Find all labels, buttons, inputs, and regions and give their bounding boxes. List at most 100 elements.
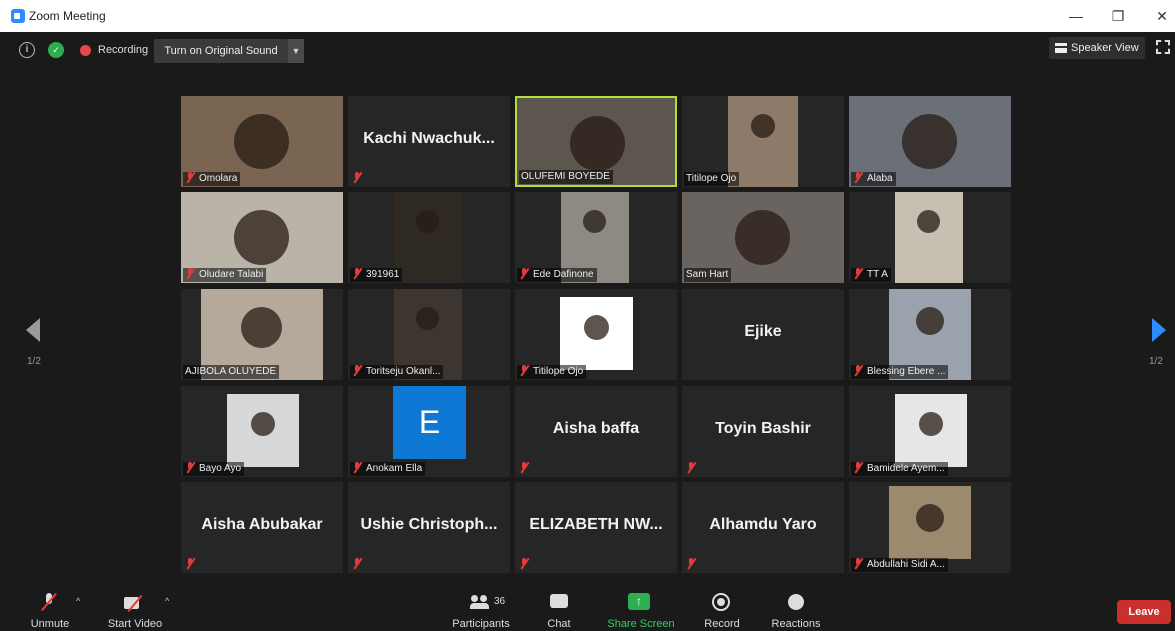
participant-tile[interactable]: Ejike	[682, 289, 844, 380]
participants-icon[interactable]	[470, 595, 492, 609]
participants-button[interactable]: Participants	[446, 618, 516, 630]
record-icon[interactable]	[712, 593, 730, 611]
participant-tile[interactable]: Kachi Nwachuk...	[348, 96, 510, 187]
next-page-arrow-icon[interactable]	[1152, 318, 1166, 342]
video-options-caret[interactable]: ^	[165, 596, 169, 606]
microphone-muted-icon	[185, 172, 195, 183]
video-off-icon[interactable]	[124, 595, 148, 611]
microphone-muted-icon	[853, 268, 863, 279]
zoom-app-icon	[11, 9, 25, 23]
participant-tile[interactable]: Toyin Bashir	[682, 386, 844, 477]
recording-dot-icon	[80, 45, 91, 56]
participant-name-bar: Bayo Ayo	[183, 462, 245, 476]
participant-tile[interactable]: Sam Hart	[682, 192, 844, 283]
meeting-controls-bar	[0, 583, 1175, 631]
participant-tile[interactable]: Titilope Ojo	[682, 96, 844, 187]
chat-button[interactable]: Chat	[539, 618, 579, 630]
microphone-muted-icon	[352, 462, 362, 473]
previous-page-arrow-icon[interactable]	[26, 318, 40, 342]
participant-tile[interactable]: Ushie Christoph...	[348, 482, 510, 573]
microphone-muted-icon	[519, 462, 529, 473]
participant-tile[interactable]: TT A	[849, 192, 1011, 283]
participant-silhouette	[917, 210, 940, 233]
participant-tile[interactable]: ELIZABETH NW...	[515, 482, 677, 573]
participant-name-bar	[350, 558, 369, 572]
reactions-button[interactable]: Reactions	[766, 618, 826, 630]
participant-silhouette	[584, 315, 609, 340]
unmute-button[interactable]: Unmute	[20, 618, 80, 630]
microphone-muted-icon	[519, 365, 529, 376]
participant-silhouette	[234, 114, 289, 169]
start-video-button[interactable]: Start Video	[100, 618, 170, 630]
microphone-muted-icon	[853, 172, 863, 183]
participant-tile[interactable]: Abdullahi Sidi A...	[849, 482, 1011, 573]
share-screen-button[interactable]: Share Screen	[604, 618, 678, 630]
participant-tile[interactable]: Toritseju Okanl...	[348, 289, 510, 380]
participant-name-bar	[684, 558, 703, 572]
participant-tile[interactable]: E Anokam Ella	[348, 386, 510, 477]
participant-name-label: Oludare Talabi	[199, 269, 264, 280]
participant-tile[interactable]: Bayo Ayo	[181, 386, 343, 477]
participant-name-large: Aisha baffa	[552, 420, 640, 437]
participant-tile[interactable]: Alaba	[849, 96, 1011, 187]
participant-name-label: Alaba	[867, 173, 893, 184]
microphone-muted-icon	[519, 268, 529, 279]
participant-name-bar	[684, 462, 703, 476]
participant-tile[interactable]: Oludare Talabi	[181, 192, 343, 283]
participant-tile[interactable]: Ede Dafinone	[515, 192, 677, 283]
participant-name-bar: Bamidele Ayem...	[851, 462, 948, 476]
participant-tile[interactable]: Titilope Ojo	[515, 289, 677, 380]
participant-tile[interactable]: OLUFEMI BOYEDE	[515, 96, 677, 187]
participant-tile[interactable]: Omolara	[181, 96, 343, 187]
original-sound-button[interactable]: Turn on Original Sound	[154, 39, 288, 63]
microphone-muted-icon	[853, 462, 863, 473]
microphone-muted-icon	[352, 365, 362, 376]
participant-tile[interactable]: Bamidele Ayem...	[849, 386, 1011, 477]
participant-tile[interactable]: AJIBOLA OLUYEDE	[181, 289, 343, 380]
participant-tile[interactable]: Aisha baffa	[515, 386, 677, 477]
shield-icon[interactable]: ✓	[48, 42, 64, 58]
participant-name-bar: Sam Hart	[684, 268, 732, 282]
audio-options-caret[interactable]: ^	[76, 596, 80, 606]
participant-name-label: Sam Hart	[686, 269, 729, 280]
minimize-icon[interactable]: —	[1064, 6, 1088, 26]
participant-name-large: Kachi Nwachuk...	[363, 130, 495, 147]
participant-tile[interactable]: Alhamdu Yaro	[682, 482, 844, 573]
microphone-muted-icon	[686, 462, 696, 473]
participant-video	[227, 394, 299, 467]
participant-name-label: Blessing Ebere ...	[867, 366, 946, 377]
participant-tile[interactable]: Blessing Ebere ...	[849, 289, 1011, 380]
original-sound-dropdown[interactable]: ▼	[288, 39, 304, 63]
reactions-icon[interactable]	[788, 594, 804, 610]
microphone-muted-icon	[352, 172, 362, 183]
participant-silhouette	[735, 210, 790, 265]
participant-name-label: Bamidele Ayem...	[867, 463, 945, 474]
close-icon[interactable]: ✕	[1150, 6, 1174, 26]
participant-name-bar: Titilope Ojo	[684, 172, 740, 186]
participant-name-bar: AJIBOLA OLUYEDE	[183, 365, 280, 379]
participant-name-bar: Alaba	[851, 172, 896, 186]
participant-video	[895, 394, 967, 467]
info-icon[interactable]: i	[19, 42, 35, 58]
speaker-view-button[interactable]: Speaker View	[1049, 37, 1145, 59]
record-button[interactable]: Record	[699, 618, 745, 630]
participant-video	[560, 297, 633, 370]
share-screen-icon[interactable]: ↑	[628, 593, 650, 610]
chat-icon[interactable]	[550, 594, 568, 608]
participant-tile[interactable]: Aisha Abubakar	[181, 482, 343, 573]
participant-name-bar	[517, 558, 536, 572]
leave-button[interactable]: Leave	[1117, 600, 1171, 624]
fullscreen-icon[interactable]	[1156, 40, 1170, 54]
microphone-muted-icon	[185, 268, 195, 279]
participant-name-bar: Blessing Ebere ...	[851, 365, 949, 379]
participant-name-bar: Ede Dafinone	[517, 268, 597, 282]
participant-name-bar: Omolara	[183, 172, 241, 186]
participant-name-bar: 391961	[350, 268, 403, 282]
participant-tile[interactable]: 391961	[348, 192, 510, 283]
participant-name-bar: Titilope Ojo	[517, 365, 587, 379]
title-bar: Zoom Meeting — ❐ ✕	[0, 0, 1175, 32]
microphone-muted-icon[interactable]	[41, 592, 57, 612]
participant-name-label: 391961	[366, 269, 400, 280]
participant-video	[394, 192, 462, 283]
maximize-icon[interactable]: ❐	[1106, 6, 1130, 26]
